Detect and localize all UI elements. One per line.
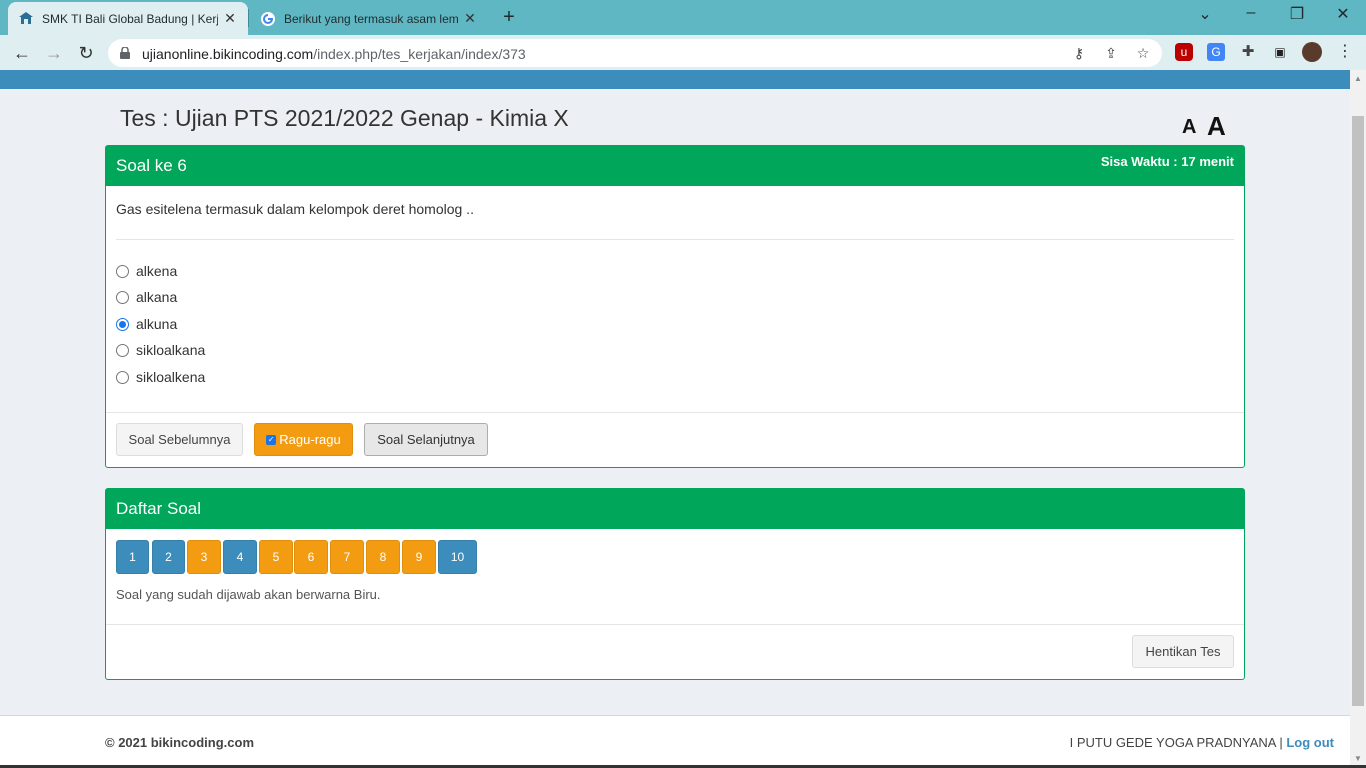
option-label: alkena (136, 263, 178, 279)
url-path: /index.php/tes_kerjakan/index/373 (313, 46, 526, 62)
ublock-icon[interactable]: u (1175, 43, 1193, 61)
question-number-button[interactable]: 6 (294, 540, 328, 574)
profile-avatar[interactable] (1302, 42, 1322, 62)
user-name: I PUTU GEDE YOGA PRADNYANA | (1069, 735, 1283, 750)
doubt-button[interactable]: ✓ Ragu-ragu (254, 423, 353, 456)
divider (106, 412, 1244, 413)
share-icon[interactable]: ⇪ (1102, 45, 1120, 62)
stop-test-button[interactable]: Hentikan Tes (1132, 635, 1234, 668)
option-label: sikloalkena (136, 369, 206, 385)
tab-smk-ti-bali[interactable]: SMK TI Bali Global Badung | Kerja ✕ (8, 2, 248, 35)
answered-hint-text: Soal yang sudah dijawab akan berwarna Bi… (116, 587, 381, 602)
question-box-header: Soal ke 6 Sisa Waktu : 17 menit (106, 146, 1244, 186)
question-heading: Soal ke 6 (116, 156, 187, 175)
address-bar[interactable]: ujianonline.bikincoding.com/index.php/te… (108, 39, 1162, 67)
browser-tab-bar: SMK TI Bali Global Badung | Kerja ✕ Beri… (0, 0, 1366, 35)
tab-search-icon[interactable]: ⌄ (1190, 4, 1220, 24)
question-number-button[interactable]: 5 (259, 540, 293, 574)
radio-button-selected[interactable] (116, 317, 129, 331)
question-list-box: Daftar Soal 1 2 3 4 5 6 7 8 9 10 Soal ya… (105, 488, 1245, 680)
restore-icon[interactable]: ❐ (1282, 4, 1312, 24)
page-title: Tes : Ujian PTS 2021/2022 Genap - Kimia … (120, 105, 569, 131)
url-host: ujianonline.bikincoding.com (142, 46, 314, 62)
question-number-button[interactable]: 7 (330, 540, 364, 574)
tab-separator (248, 9, 249, 27)
close-tab-icon[interactable]: ✕ (462, 10, 478, 27)
font-size-large-button[interactable]: A (1207, 111, 1226, 142)
option-alkana[interactable]: alkana (116, 289, 177, 305)
google-icon (260, 11, 276, 27)
doubt-button-label: Ragu-ragu (279, 432, 341, 447)
radio-button[interactable] (116, 343, 129, 357)
option-sikloalkena[interactable]: sikloalkena (116, 369, 205, 385)
close-window-icon[interactable]: ✕ (1328, 4, 1358, 24)
previous-question-button[interactable]: Soal Sebelumnya (116, 423, 243, 456)
question-number-button[interactable]: 4 (223, 540, 257, 574)
new-tab-button[interactable]: + (498, 6, 520, 28)
scrollbar-thumb[interactable] (1352, 116, 1364, 706)
option-alkena[interactable]: alkena (116, 263, 177, 279)
question-number-button[interactable]: 3 (187, 540, 221, 574)
option-label: alkana (136, 289, 178, 305)
font-size-small-button[interactable]: A (1182, 116, 1196, 139)
tab-title: SMK TI Bali Global Badung | Kerja (42, 11, 218, 26)
extensions-puzzle-icon[interactable]: ✚ (1239, 43, 1257, 61)
user-info: I PUTU GEDE YOGA PRADNYANA | Log out (1070, 735, 1334, 750)
scroll-up-icon[interactable]: ▲ (1354, 74, 1362, 83)
option-label: sikloalkana (136, 342, 206, 358)
lock-icon[interactable] (120, 46, 130, 59)
question-number-button[interactable]: 9 (402, 540, 436, 574)
divider (106, 624, 1244, 625)
copyright-text: © 2021 bikincoding.com (105, 735, 255, 750)
radio-button[interactable] (116, 370, 129, 384)
side-panel-icon[interactable]: ▣ (1271, 43, 1289, 61)
back-icon[interactable]: ← (10, 41, 34, 65)
question-text: Gas esitelena termasuk dalam kelompok de… (116, 201, 474, 217)
option-label: alkuna (136, 316, 178, 332)
radio-button[interactable] (116, 264, 129, 278)
question-list-heading: Daftar Soal (116, 499, 202, 518)
logout-link[interactable]: Log out (1286, 735, 1334, 750)
translate-icon[interactable]: G (1207, 43, 1225, 61)
page-footer: © 2021 bikincoding.com I PUTU GEDE YOGA … (0, 715, 1350, 768)
reload-icon[interactable]: ↻ (74, 41, 98, 65)
question-number-button[interactable]: 2 (152, 540, 185, 574)
question-number-button[interactable]: 8 (366, 540, 400, 574)
tab-google-search[interactable]: Berikut yang termasuk asam lem ✕ (250, 2, 488, 35)
browser-toolbar: ← → ↻ ujianonline.bikincoding.com/index.… (0, 35, 1366, 70)
question-box: Soal ke 6 Sisa Waktu : 17 menit Gas esit… (105, 145, 1245, 468)
question-list-header: Daftar Soal (106, 489, 1244, 529)
browser-menu-icon[interactable]: ⋮ (1336, 43, 1354, 61)
site-header-strip (0, 70, 1350, 89)
forward-icon[interactable]: → (42, 41, 66, 65)
question-number-button[interactable]: 1 (116, 540, 149, 574)
tab-title: Berikut yang termasuk asam lem (284, 11, 458, 26)
divider (116, 239, 1234, 240)
key-icon[interactable]: ⚷ (1070, 45, 1088, 62)
bookmark-star-icon[interactable]: ☆ (1134, 45, 1152, 62)
radio-button[interactable] (116, 290, 129, 304)
scroll-down-icon[interactable]: ▼ (1354, 754, 1362, 763)
checkbox-checked-icon[interactable]: ✓ (266, 434, 277, 445)
url-text[interactable]: ujianonline.bikincoding.com/index.php/te… (142, 46, 526, 62)
page-content: Tes : Ujian PTS 2021/2022 Genap - Kimia … (0, 70, 1350, 768)
close-tab-icon[interactable]: ✕ (222, 10, 238, 27)
page-scrollbar[interactable]: ▲ ▼ (1350, 70, 1366, 768)
question-number-button[interactable]: 10 (438, 540, 477, 574)
option-sikloalkana[interactable]: sikloalkana (116, 342, 205, 358)
option-alkuna[interactable]: alkuna (116, 316, 177, 332)
next-question-button[interactable]: Soal Selanjutnya (364, 423, 488, 456)
minimize-icon[interactable]: – (1236, 4, 1266, 22)
time-remaining: Sisa Waktu : 17 menit (1100, 154, 1234, 169)
school-logo-icon (18, 11, 34, 27)
